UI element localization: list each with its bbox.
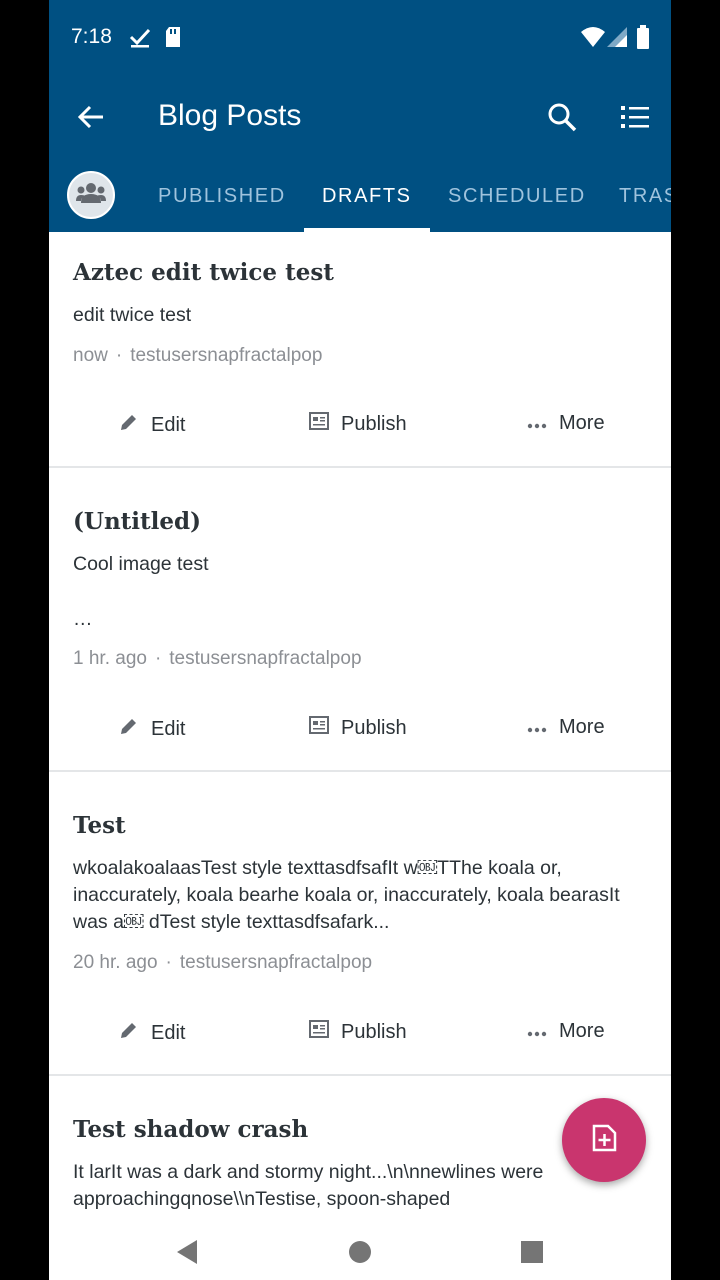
add-post-icon xyxy=(588,1122,620,1159)
post-title: Aztec edit twice test xyxy=(73,259,334,286)
edit-button[interactable]: Edit xyxy=(119,1020,185,1046)
post-title: Test shadow crash xyxy=(73,1116,309,1143)
list-view-icon[interactable] xyxy=(619,101,651,133)
post-author: testusersnapfractalpop xyxy=(169,648,362,669)
more-label: More xyxy=(559,412,605,434)
post-excerpt: It larIt was a dark and stormy night...\… xyxy=(73,1161,544,1210)
nav-home-icon[interactable] xyxy=(340,1232,380,1272)
tab-published[interactable]: PUBLISHED xyxy=(158,185,286,208)
edit-label: Edit xyxy=(151,413,186,436)
post-excerpt: wkoalakoalaasTest style texttasdfsafIt w… xyxy=(73,857,620,933)
post-filter-tabs: PUBLISHED DRAFTS SCHEDULED TRASHED xyxy=(49,159,671,232)
tab-trashed[interactable]: TRASHED xyxy=(619,185,671,208)
ellipsis-icon xyxy=(527,1020,547,1043)
post-actions: Edit Publish More xyxy=(49,412,671,452)
more-label: More xyxy=(559,1020,605,1042)
screen: 7:18 Blog Posts PUBLISHED DRAFTS SCHEDUL… xyxy=(49,0,671,1280)
new-post-fab[interactable] xyxy=(562,1098,646,1182)
more-button[interactable]: More xyxy=(527,1020,605,1043)
tab-drafts[interactable]: DRAFTS xyxy=(322,185,412,208)
more-label: More xyxy=(559,716,605,738)
post-meta: 20 hr. ago · testusersnapfractalpop xyxy=(73,952,373,973)
status-bar: 7:18 xyxy=(49,0,671,75)
sd-card-icon xyxy=(164,26,182,53)
post-author: testusersnapfractalpop xyxy=(179,952,373,973)
page-title: Blog Posts xyxy=(158,99,302,132)
post-actions: Edit Publish More xyxy=(49,716,671,756)
edit-label: Edit xyxy=(151,717,186,740)
more-button[interactable]: More xyxy=(527,716,605,739)
checkmark-notification-icon xyxy=(129,26,151,53)
pencil-icon xyxy=(119,412,139,438)
status-time: 7:18 xyxy=(71,25,112,48)
publish-label: Publish xyxy=(341,1020,407,1043)
document-icon xyxy=(309,1020,329,1044)
system-navigation-bar xyxy=(49,1224,671,1280)
people-icon xyxy=(76,181,106,210)
back-arrow-icon[interactable] xyxy=(75,101,107,133)
cell-signal-icon xyxy=(606,26,628,53)
post-title: (Untitled) xyxy=(73,508,201,535)
nav-recents-icon[interactable] xyxy=(512,1232,552,1272)
post-excerpt: edit twice test xyxy=(73,304,192,326)
post-list: Aztec edit twice test edit twice test no… xyxy=(49,232,671,1224)
ellipsis-icon xyxy=(527,412,547,435)
document-icon xyxy=(309,716,329,740)
edit-label: Edit xyxy=(151,1021,186,1044)
post-author: testusersnapfractalpop xyxy=(130,345,323,366)
post-meta: now · testusersnapfractalpop xyxy=(73,345,323,366)
pencil-icon xyxy=(119,716,139,742)
publish-button[interactable]: Publish xyxy=(309,716,407,740)
pencil-icon xyxy=(119,1020,139,1046)
nav-back-icon[interactable] xyxy=(167,1232,207,1272)
app-bar: Blog Posts xyxy=(49,75,671,159)
wifi-icon xyxy=(580,26,606,53)
edit-button[interactable]: Edit xyxy=(119,716,185,742)
post-title: Test xyxy=(73,812,126,839)
edit-button[interactable]: Edit xyxy=(119,412,185,438)
publish-button[interactable]: Publish xyxy=(309,1020,407,1044)
post-date: 1 hr. ago xyxy=(73,648,147,669)
publish-label: Publish xyxy=(341,412,407,435)
battery-icon xyxy=(636,25,650,54)
post-date: now xyxy=(73,345,108,366)
document-icon xyxy=(309,412,329,436)
post-card[interactable]: (Untitled) Cool image test … 1 hr. ago · t… xyxy=(49,468,671,772)
post-meta: 1 hr. ago · testusersnapfractalpop xyxy=(73,648,362,669)
post-card[interactable]: Test wkoalakoalaasTest style texttasdfsa… xyxy=(49,772,671,1076)
post-card[interactable]: Aztec edit twice test edit twice test no… xyxy=(49,232,671,468)
author-filter-button[interactable] xyxy=(67,171,115,219)
ellipsis-icon xyxy=(527,716,547,739)
post-date: 20 hr. ago xyxy=(73,952,158,973)
publish-button[interactable]: Publish xyxy=(309,412,407,436)
post-excerpt-ellipsis: … xyxy=(73,608,93,630)
post-actions: Edit Publish More xyxy=(49,1020,671,1060)
more-button[interactable]: More xyxy=(527,412,605,435)
search-icon[interactable] xyxy=(546,101,578,133)
publish-label: Publish xyxy=(341,716,407,739)
post-excerpt: Cool image test xyxy=(73,553,209,575)
tab-scheduled[interactable]: SCHEDULED xyxy=(448,185,586,208)
